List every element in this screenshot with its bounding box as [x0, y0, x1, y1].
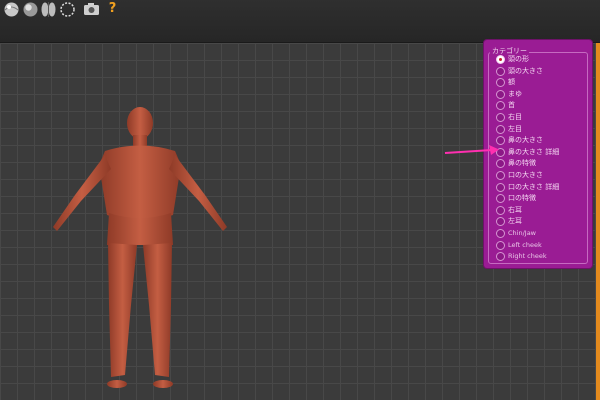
radio-button[interactable] — [496, 124, 505, 134]
category-option[interactable]: Chin/Jaw — [496, 228, 588, 239]
selection-circle-icon[interactable] — [59, 1, 76, 18]
toolbar: ? — [0, 0, 600, 43]
pointer-arrow — [444, 145, 499, 155]
help-icon[interactable]: ? — [104, 1, 121, 18]
human-model[interactable] — [45, 105, 235, 395]
category-option-label: 頭の大きさ — [508, 66, 543, 75]
category-option-label: 頭の形 — [508, 55, 529, 63]
category-option[interactable]: 左耳 — [496, 216, 588, 227]
category-option-label: 鼻の特徴 — [508, 159, 536, 168]
mirror-tool-icon[interactable] — [40, 1, 57, 18]
category-option[interactable]: 口の特徴 — [496, 193, 588, 204]
category-option-label: Right cheek — [508, 252, 547, 261]
category-option[interactable]: Right cheek — [496, 251, 588, 262]
radio-button[interactable] — [496, 113, 505, 122]
category-option-label: 右目 — [508, 113, 522, 121]
category-option[interactable]: 鼻の大きさ — [496, 135, 588, 146]
category-option-label: 口の大きさ — [508, 171, 543, 179]
category-option-label: 口の大きさ 詳細 — [508, 182, 560, 191]
radio-button[interactable] — [496, 171, 505, 180]
category-option-label: 鼻の大きさ — [508, 136, 543, 145]
category-option[interactable]: 頭の形 — [496, 54, 588, 65]
radio-button[interactable] — [496, 194, 505, 204]
category-option[interactable]: Left cheek — [496, 240, 588, 251]
category-option-label: 口の特徴 — [508, 194, 536, 203]
radio-button[interactable] — [496, 78, 505, 88]
category-option[interactable]: 額 — [496, 77, 588, 88]
shaded-sphere-icon[interactable] — [22, 1, 39, 18]
category-option-label: 左目 — [508, 124, 522, 133]
category-option-label: 首 — [508, 101, 515, 110]
category-option[interactable]: 左目 — [496, 124, 588, 135]
category-option-label: 額 — [508, 78, 515, 87]
category-option-label: Chin/Jaw — [508, 229, 536, 237]
radio-button[interactable] — [496, 229, 505, 238]
category-option[interactable]: 右耳 — [496, 205, 588, 216]
scroll-edge — [596, 43, 600, 400]
category-panel: カテゴリー 頭の形 頭の大きさ額まゆ首右目 左目 鼻の大きさ 鼻の大きさ 詳細 鼻の特徴口… — [484, 40, 592, 268]
camera-icon[interactable] — [83, 1, 100, 18]
category-option-label: 左耳 — [508, 217, 522, 226]
radio-button[interactable] — [496, 252, 505, 262]
category-option[interactable]: 口の大きさ 詳細 — [496, 182, 588, 193]
category-option[interactable]: 首 — [496, 100, 588, 111]
radio-button[interactable] — [496, 55, 505, 64]
radio-button[interactable] — [496, 101, 505, 111]
category-option-label: Left cheek — [508, 240, 542, 249]
category-option[interactable]: 頭の大きさ — [496, 66, 588, 77]
radio-button[interactable] — [496, 89, 505, 99]
radio-button[interactable] — [496, 182, 505, 192]
radio-button[interactable] — [496, 66, 505, 76]
radio-button[interactable] — [496, 205, 505, 215]
category-option[interactable]: 口の大きさ — [496, 170, 588, 181]
radio-button[interactable] — [496, 159, 505, 169]
category-option[interactable]: 鼻の大きさ 詳細 — [496, 147, 588, 158]
radio-button[interactable] — [496, 240, 505, 250]
category-option[interactable]: 右目 — [496, 112, 588, 123]
category-option-label: まゆ — [508, 89, 522, 98]
category-option[interactable]: まゆ — [496, 89, 588, 100]
category-option[interactable]: 鼻の特徴 — [496, 158, 588, 169]
radio-button[interactable] — [496, 217, 505, 227]
sphere-tool-icon[interactable] — [3, 1, 20, 18]
category-option-label: 鼻の大きさ 詳細 — [508, 147, 560, 156]
category-option-label: 右耳 — [508, 205, 522, 214]
